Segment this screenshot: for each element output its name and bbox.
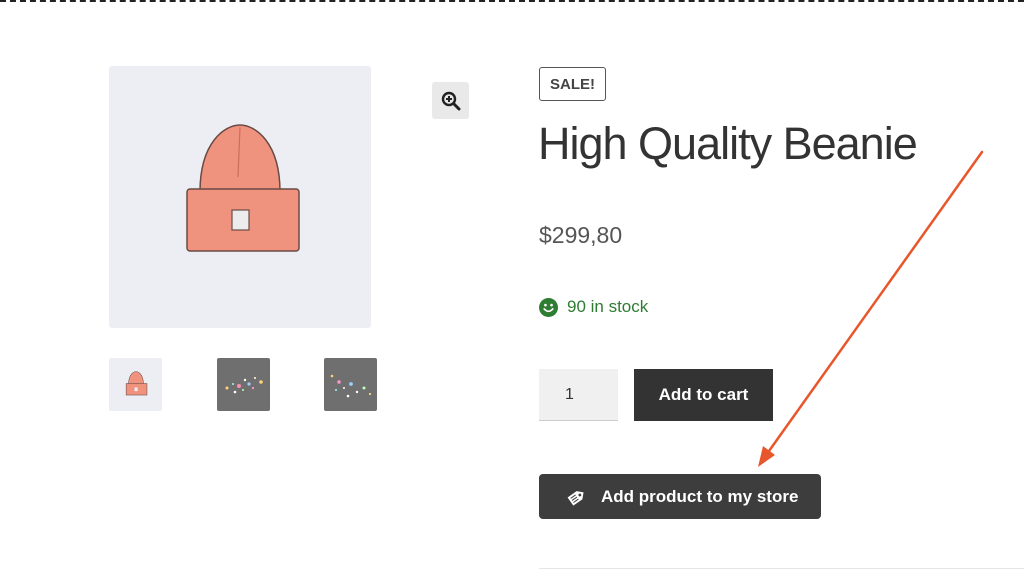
sale-badge: SALE! bbox=[539, 67, 606, 101]
smiley-icon bbox=[539, 297, 558, 317]
quantity-input[interactable] bbox=[539, 369, 618, 421]
beanie-thumbnail-image bbox=[125, 370, 147, 395]
add-to-cart-button[interactable]: Add to cart bbox=[634, 369, 773, 421]
add-product-to-store-label: Add product to my store bbox=[601, 486, 799, 506]
thumbnail-sparkle-1[interactable] bbox=[217, 358, 270, 411]
thumbnail-beanie[interactable] bbox=[109, 358, 162, 411]
sale-badge-label: SALE! bbox=[550, 75, 595, 93]
thumbnail-sparkle-2[interactable] bbox=[324, 358, 377, 411]
add-product-to-store-button[interactable]: Add product to my store bbox=[539, 474, 821, 519]
stock-text: 90 in stock bbox=[567, 297, 649, 316]
sparkle-image bbox=[330, 374, 372, 398]
divider bbox=[539, 568, 1024, 569]
stock-status: 90 in stock bbox=[539, 297, 648, 317]
sparkle-image bbox=[225, 377, 263, 394]
price-tag-icon bbox=[567, 490, 584, 506]
zoom-button[interactable] bbox=[432, 82, 469, 119]
beanie-illustration bbox=[186, 124, 300, 252]
top-dashed-border bbox=[0, 0, 1024, 2]
product-main-image[interactable] bbox=[109, 66, 371, 328]
product-price: $299,80 bbox=[539, 222, 623, 248]
product-title: High Quality Beanie bbox=[538, 118, 918, 169]
zoom-in-icon bbox=[441, 91, 460, 110]
